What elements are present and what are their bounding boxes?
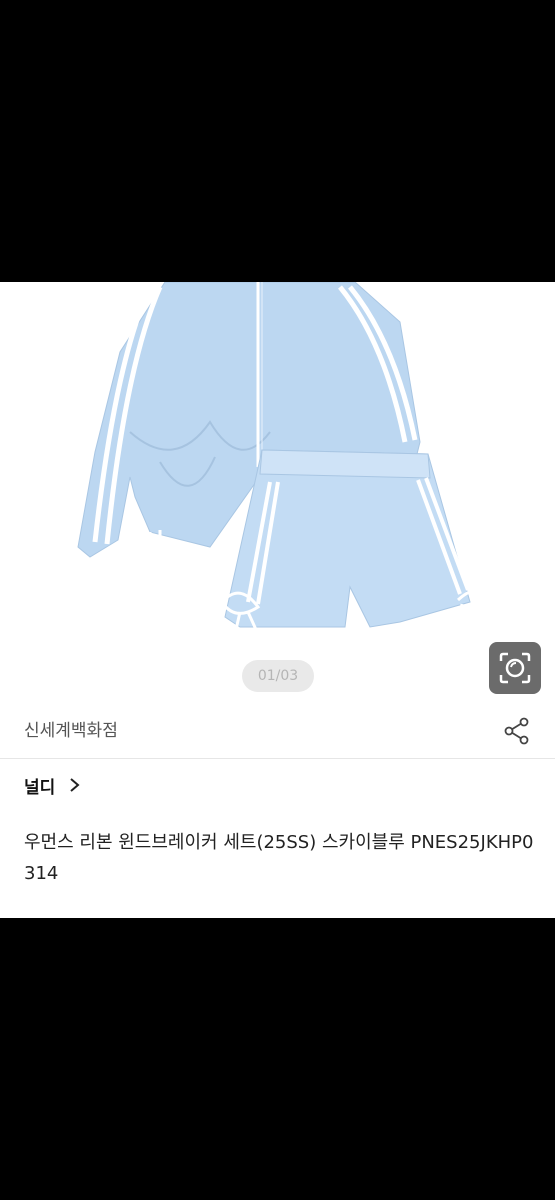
store-row: 신세계백화점 xyxy=(0,702,555,758)
product-image[interactable]: 01/03 xyxy=(0,282,555,700)
product-illustration xyxy=(77,282,475,635)
divider xyxy=(0,758,555,759)
brand-link[interactable]: 널디 xyxy=(24,770,85,800)
share-icon[interactable] xyxy=(502,716,532,746)
product-card: 01/03 신세계백화점 널디 우먼스 리본 윈드브레이커 세트(25SS) 스 xyxy=(0,282,555,918)
image-search-button[interactable] xyxy=(489,642,541,694)
camera-lens-icon xyxy=(499,652,531,684)
bottom-letterbox xyxy=(0,918,555,1200)
store-name[interactable]: 신세계백화점 xyxy=(24,716,118,741)
brand-name: 널디 xyxy=(24,777,56,798)
top-letterbox xyxy=(0,0,555,282)
image-counter: 01/03 xyxy=(242,660,314,692)
chevron-right-icon xyxy=(70,778,80,792)
product-title: 우먼스 리본 윈드브레이커 세트(25SS) 스카이블루 PNES25JKHP0… xyxy=(24,832,534,884)
